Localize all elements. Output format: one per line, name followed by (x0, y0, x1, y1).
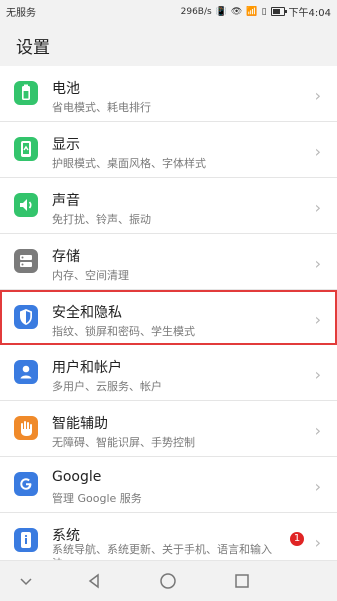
settings-item-users-accounts[interactable]: 用户和帐户 多用户、云服务、帐户 › (0, 345, 337, 402)
page-title: 设置 (16, 38, 50, 58)
settings-item-title: 电池 (52, 81, 80, 97)
battery-status-icon (270, 7, 287, 16)
settings-item-title: 智能辅助 (52, 416, 108, 433)
sound-icon (14, 192, 38, 217)
settings-list: 电池 省电模式、耗电排行 › 显示 护眼模式、桌面风格、字体样式 › 声音 免打… (0, 66, 337, 570)
notification-badge: 1 (290, 532, 304, 547)
settings-item-battery[interactable]: 电池 省电模式、耗电排行 › (0, 66, 337, 122)
eye-comfort-icon: 👁 (230, 6, 243, 17)
user-icon (14, 360, 38, 385)
no-sim-icon: ▯ (261, 6, 267, 17)
settings-item-subtitle: 多用户、云服务、帐户 (52, 380, 162, 394)
settings-item-sound[interactable]: 声音 免打扰、铃声、振动 › (0, 178, 337, 234)
settings-item-subtitle: 管理 Google 服务 (52, 492, 142, 506)
hand-icon (14, 416, 38, 441)
battery-icon (14, 81, 38, 105)
vibrate-icon: 📳 (215, 6, 227, 17)
home-icon[interactable] (156, 569, 180, 593)
settings-item-subtitle: 指纹、锁屏和密码、学生模式 (52, 324, 195, 338)
display-icon (14, 136, 38, 161)
status-right-group: 296B/s 📳 👁 📶 ▯ 下午4:04 (180, 4, 331, 20)
settings-item-subtitle: 内存、空间清理 (52, 268, 129, 282)
chevron-right-icon: › (314, 253, 321, 273)
back-icon[interactable] (82, 569, 106, 593)
settings-item-smart-assistance[interactable]: 智能辅助 无障碍、智能识屏、手势控制 › (0, 401, 337, 458)
settings-item-google[interactable]: Google 管理 Google 服务 › (0, 457, 337, 514)
wifi-icon: 📶 (246, 6, 258, 17)
shield-icon (14, 304, 38, 329)
google-icon (14, 472, 38, 497)
settings-item-security-privacy[interactable]: 安全和隐私 指纹、锁屏和密码、学生模式 › (0, 289, 337, 346)
chevron-right-icon: › (314, 197, 321, 217)
system-info-icon (14, 528, 38, 553)
network-speed: 296B/s (180, 6, 212, 17)
settings-item-title: 用户和帐户 (52, 360, 122, 377)
chevron-right-icon: › (314, 421, 321, 441)
storage-icon (14, 248, 38, 273)
settings-item-subtitle: 省电模式、耗电排行 (52, 101, 151, 114)
settings-item-storage[interactable]: 存储 内存、空间清理 › (0, 234, 337, 290)
chevron-right-icon: › (314, 365, 321, 385)
carrier-status: 无服务 (6, 8, 36, 19)
status-bar: 无服务 296B/s 📳 👁 📶 ▯ 下午4:04 (0, 0, 337, 20)
chevron-right-icon: › (314, 141, 321, 161)
navigation-bar (0, 560, 337, 601)
settings-item-title: Google (52, 469, 102, 486)
chevron-right-icon: › (314, 309, 321, 329)
settings-item-title: 安全和隐私 (52, 304, 122, 321)
chevron-right-icon: › (314, 86, 321, 105)
settings-item-subtitle: 无障碍、智能识屏、手势控制 (52, 436, 195, 450)
clock: 下午4:04 (288, 8, 331, 19)
settings-item-title: 显示 (52, 136, 80, 153)
down-chevron-icon[interactable] (14, 569, 38, 593)
settings-item-subtitle: 护眼模式、桌面风格、字体样式 (52, 156, 206, 170)
recents-icon[interactable] (230, 569, 254, 593)
settings-item-title: 声音 (52, 192, 80, 209)
settings-item-display[interactable]: 显示 护眼模式、桌面风格、字体样式 › (0, 122, 337, 178)
chevron-right-icon: › (314, 477, 321, 497)
settings-item-subtitle: 免打扰、铃声、振动 (52, 212, 151, 226)
settings-item-title: 存储 (52, 248, 80, 265)
chevron-right-icon: › (314, 533, 321, 553)
